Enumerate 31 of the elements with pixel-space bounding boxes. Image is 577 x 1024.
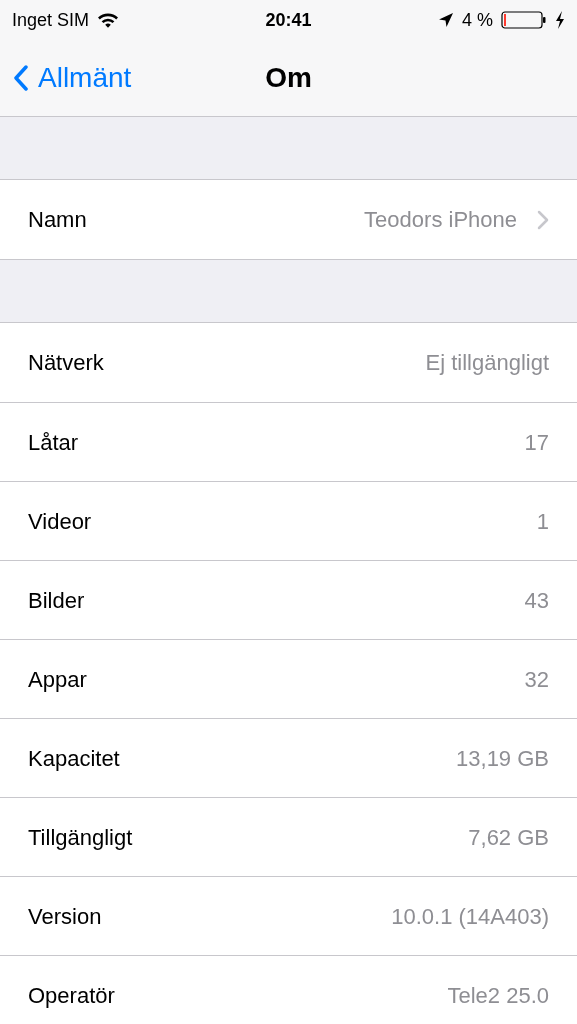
- row-value: Ej tillgängligt: [425, 349, 549, 377]
- clock-time: 20:41: [265, 8, 312, 32]
- row-label: Låtar: [28, 428, 79, 457]
- settings-row[interactable]: Namn Teodors iPhone: [0, 180, 577, 259]
- carrier-name: Inget SIM: [12, 8, 90, 32]
- row-value: 10.0.1 (14A403): [391, 902, 549, 931]
- row-value: 1: [536, 507, 549, 536]
- row-label: Tillgängligt: [28, 823, 133, 852]
- row-value: 7,62 GB: [468, 823, 549, 852]
- row-label: Kapacitet: [28, 744, 120, 773]
- wifi-icon: [97, 12, 120, 28]
- row-label: Namn: [28, 206, 87, 234]
- row-label: Nätverk: [28, 349, 104, 377]
- back-button[interactable]: Allmänt: [0, 57, 132, 99]
- location-arrow-icon: [437, 12, 454, 28]
- battery-icon: [501, 10, 547, 30]
- back-chevron-icon: [14, 65, 28, 91]
- row-label: Version: [28, 902, 102, 931]
- battery-percentage: 4 %: [461, 8, 493, 32]
- row-label: Appar: [28, 665, 87, 694]
- row-value: 17: [524, 428, 549, 457]
- row-value: 32: [524, 665, 549, 694]
- row-value: Teodors iPhone: [364, 206, 517, 234]
- chevron-icon: [537, 209, 549, 230]
- row-value: Tele2 25.0: [447, 981, 549, 1010]
- row-label: Videor: [28, 507, 92, 536]
- row-value: 43: [524, 586, 549, 615]
- page-title: Om: [265, 61, 312, 95]
- row-label: Bilder: [28, 586, 85, 615]
- row-value: 13,19 GB: [456, 744, 549, 773]
- row-label: Operatör: [28, 981, 115, 1010]
